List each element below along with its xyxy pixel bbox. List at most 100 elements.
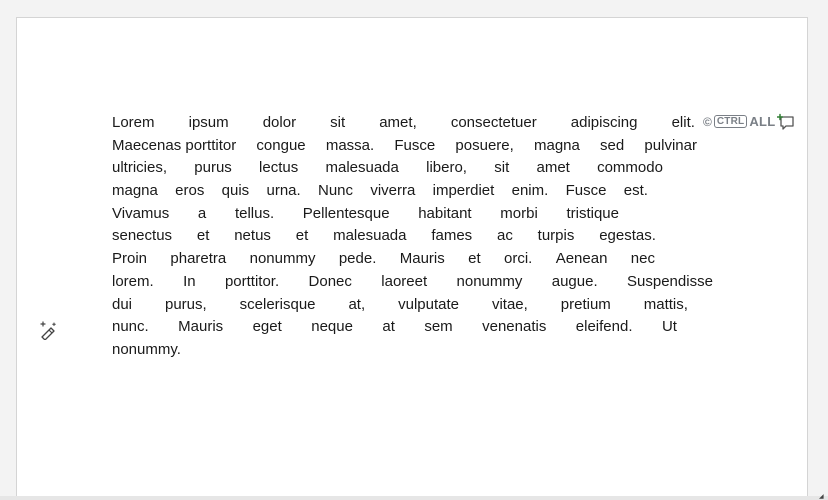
resize-grip-icon[interactable]: ◢ (819, 494, 824, 500)
word: Maecenas porttitor (112, 136, 237, 154)
text-line: lorem. In porttitor. Donec laoreet nonummy aug… (112, 271, 713, 294)
word: habitant (418, 204, 472, 222)
word: imperdiet (432, 182, 495, 200)
word: ac (497, 227, 513, 245)
word: purus (194, 159, 232, 177)
word: viverra (370, 182, 416, 200)
word: posuere, (455, 136, 514, 154)
body-paragraph[interactable]: Lorem ipsum dolor sit amet, consectetuer adipi… (112, 112, 713, 362)
word: lectus (259, 159, 299, 177)
word: Mauris (178, 318, 224, 336)
word: et (468, 250, 481, 268)
word: vulputate (398, 295, 459, 313)
word: sed (600, 136, 625, 154)
word: a (197, 204, 207, 222)
word: sem (424, 318, 453, 336)
word: Nunc (317, 182, 354, 200)
word: et (196, 227, 210, 245)
word: magna (533, 136, 580, 154)
text-line: dui purus, scelerisque at, vulputate vitae, pr… (112, 294, 688, 317)
word: dui (112, 295, 133, 313)
word: tellus. (234, 204, 275, 222)
word: congue (256, 136, 306, 154)
word: porttitor. (224, 272, 280, 290)
word: nonummy (249, 250, 316, 268)
word: vitae, (491, 295, 528, 313)
word: malesuada (325, 159, 399, 177)
word: Ut (661, 318, 677, 336)
word: est. (623, 182, 648, 200)
text-line: Lorem ipsum dolor sit amet, consectetuer adipi… (112, 112, 695, 135)
word: pretium (560, 295, 611, 313)
word: Lorem (112, 114, 155, 131)
word: fames (431, 227, 473, 245)
word: at, (348, 295, 366, 313)
word: neque (311, 318, 353, 336)
word: senectus (112, 227, 173, 245)
comment-add-icon[interactable] (777, 113, 795, 131)
word: Vivamus (112, 204, 170, 222)
document-page[interactable]: Lorem ipsum dolor sit amet, consectetuer adipi… (16, 17, 808, 500)
text-line: Maecenas porttitor congue massa. Fusce posue… (112, 135, 697, 158)
word: turpis (537, 227, 575, 245)
horizontal-scrollbar[interactable] (0, 496, 828, 500)
word: Donec (308, 272, 352, 290)
word: magna (112, 182, 158, 200)
text-line: senectus et netus et malesuada fames ac turpis e… (112, 225, 656, 248)
word: nec (630, 250, 655, 268)
word: et (295, 227, 309, 245)
word: Aenean (555, 250, 608, 268)
word: pulvinar (644, 136, 697, 154)
text-line: nonummy. (112, 339, 192, 362)
document-workspace: Lorem ipsum dolor sit amet, consectetuer adipi… (0, 0, 828, 500)
word: at (382, 318, 395, 336)
word: Pellentesque (302, 204, 390, 222)
word: Fusce (565, 182, 607, 200)
copy-icon: © (703, 114, 712, 129)
word: nonummy. (112, 340, 181, 358)
ctrl-all-badge[interactable]: © CTRL ALL (703, 114, 775, 129)
word: tristique (566, 204, 619, 222)
word: quis (221, 182, 250, 200)
word: sit (494, 159, 510, 177)
word: ultricies, (112, 159, 168, 177)
text-line: magna eros quis urna. Nunc viverra imperdiet en… (112, 180, 648, 203)
word: morbi (500, 204, 538, 222)
word: purus, (164, 295, 207, 313)
word: eros (175, 182, 205, 200)
word: lorem. (112, 272, 154, 290)
word: enim. (511, 182, 549, 200)
word: libero, (426, 159, 467, 177)
word: ipsum (188, 114, 229, 131)
word: dolor (262, 114, 297, 131)
text-line: nunc. Mauris eget neque at sem venenatis eleife… (112, 316, 677, 339)
word: Mauris (399, 250, 445, 268)
all-key-label: ALL (749, 114, 776, 129)
word: adipiscing (570, 114, 638, 131)
text-line: Proin pharetra nonummy pede. Mauris et orci. Ae… (112, 248, 655, 271)
word: elit. (671, 114, 695, 131)
text-line: Vivamus a tellus. Pellentesque habitant morbi… (112, 203, 619, 226)
magic-wand-icon[interactable] (38, 320, 58, 340)
word: In (183, 272, 196, 290)
ctrl-key-label: CTRL (713, 115, 748, 128)
word: nonummy (456, 272, 523, 290)
word: orci. (504, 250, 533, 268)
text-line: ultricies, purus lectus malesuada libero, sit… (112, 157, 663, 180)
word: mattis, (643, 295, 688, 313)
word: eget (252, 318, 282, 336)
word: malesuada (333, 227, 407, 245)
word: amet, (379, 114, 417, 131)
word: Fusce (394, 136, 436, 154)
word: netus (234, 227, 271, 245)
word: egestas. (599, 227, 656, 245)
word: commodo (597, 159, 663, 177)
word: consectetuer (450, 114, 537, 131)
word: pede. (338, 250, 377, 268)
word: massa. (325, 136, 375, 154)
word: nunc. (112, 318, 149, 336)
word: scelerisque (239, 295, 316, 313)
word: pharetra (170, 250, 227, 268)
word: sit (330, 114, 346, 131)
word: venenatis (482, 318, 547, 336)
